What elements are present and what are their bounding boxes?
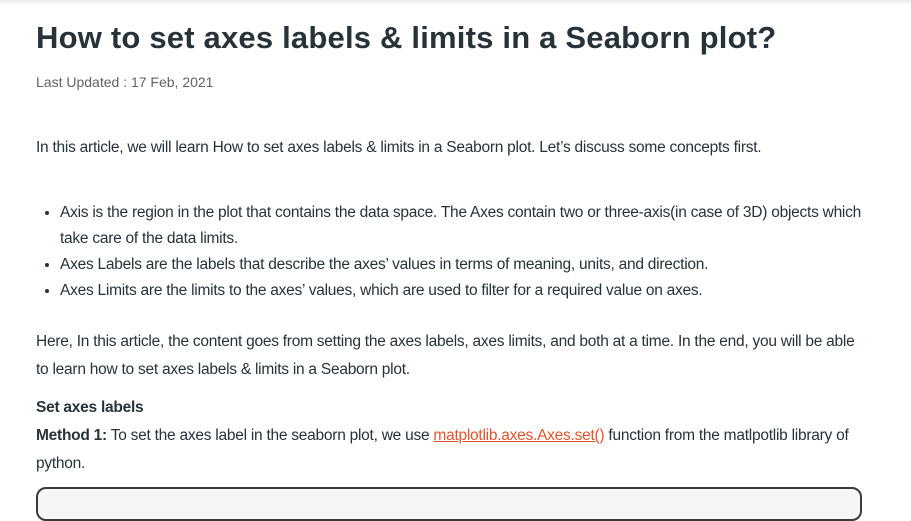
list-item: Axes Labels are the labels that describe…: [60, 252, 866, 278]
method-label: Method 1:: [36, 427, 107, 444]
top-shadow: [0, 0, 911, 6]
concept-list: Axis is the region in the plot that cont…: [36, 200, 866, 304]
method-paragraph: Method 1: To set the axes label in the s…: [36, 422, 866, 478]
section-heading: Set axes labels: [36, 399, 144, 416]
method-text: To set the axes label in the seaborn plo…: [106, 427, 434, 444]
last-updated: Last Updated : 17 Feb, 2021: [36, 74, 214, 90]
matplotlib-set-link[interactable]: matplotlib.axes.Axes.set(): [433, 427, 604, 444]
list-item: Axes Limits are the limits to the axes’ …: [60, 278, 866, 304]
intro-paragraph: In this article, we will learn How to se…: [36, 139, 762, 156]
list-item: Axis is the region in the plot that cont…: [60, 200, 866, 252]
overview-paragraph: Here, In this article, the content goes …: [36, 333, 855, 378]
code-block: [36, 487, 862, 521]
page-title: How to set axes labels & limits in a Sea…: [36, 20, 777, 55]
